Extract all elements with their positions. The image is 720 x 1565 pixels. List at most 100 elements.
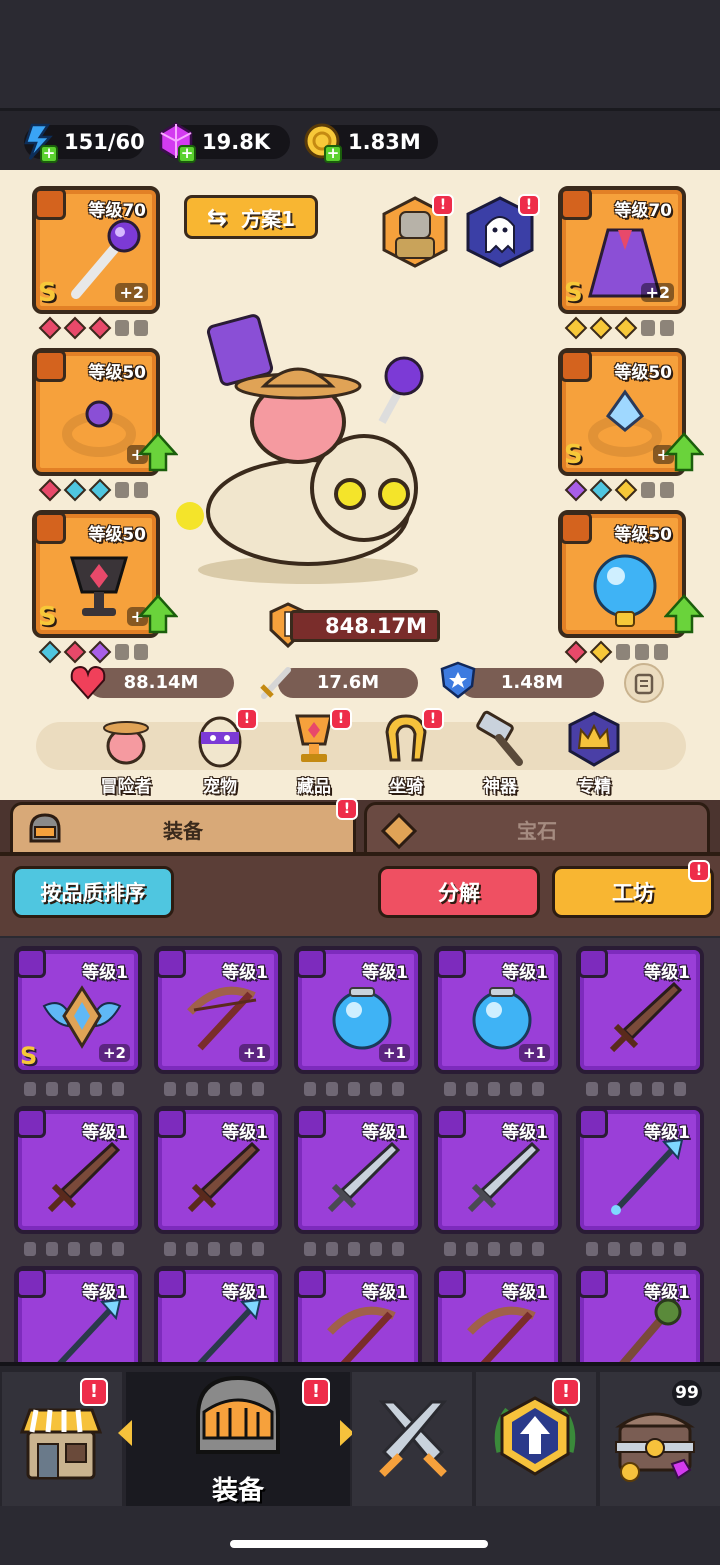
helmet-icon	[29, 813, 61, 843]
cat-adventurer[interactable]: 冒险者	[86, 710, 166, 797]
ring-left-gem-sockets	[38, 478, 148, 502]
sword-type-icon	[16, 1268, 46, 1298]
add-gem-icon[interactable]: +	[178, 145, 196, 163]
collection-category-badge: !	[330, 708, 352, 730]
item-plus: +1	[518, 1044, 550, 1062]
armor-plus: +2	[641, 283, 674, 302]
stats-detail-button[interactable]	[624, 663, 664, 703]
equipment-tab-badge: !	[336, 798, 358, 820]
sword-type-icon	[296, 1108, 326, 1138]
inventory-item[interactable]: 等级1	[14, 1106, 142, 1234]
item-lock-row	[444, 1082, 544, 1098]
nav-treasure-chest[interactable]	[600, 1372, 720, 1506]
knight-alert-badge: !	[432, 194, 454, 216]
inventory-item[interactable]: 等级1 S +2	[14, 946, 142, 1074]
bottom-navigation: ! 装备 ! ! 99	[0, 1362, 720, 1506]
nav-battle[interactable]	[352, 1372, 472, 1506]
plan-button[interactable]: ⇆ 方案1	[184, 195, 318, 239]
nav-equipment-label: 装备	[211, 1476, 264, 1506]
sword-type-icon	[156, 1108, 186, 1138]
ice-spear-icon	[611, 1138, 684, 1215]
gem-tab-icon	[381, 813, 417, 849]
inventory-item[interactable]: 等级1 +1	[154, 946, 282, 1074]
armor-gem-sockets	[564, 316, 674, 340]
weapon-slot[interactable]: 等级70 S +2	[32, 186, 160, 314]
wooden-sword-icon	[187, 1141, 261, 1213]
add-energy-icon[interactable]: +	[40, 145, 58, 163]
equipment-nav-badge: !	[302, 1378, 330, 1406]
amulet-type-icon	[16, 948, 46, 978]
inventory-item[interactable]: 等级1 +1	[294, 946, 422, 1074]
crossbow-icon	[327, 1306, 396, 1362]
iron-sword-icon	[327, 1141, 401, 1213]
home-indicator[interactable]	[230, 1540, 488, 1548]
sword-type-icon	[578, 1268, 608, 1298]
sword-type-icon	[16, 1108, 46, 1138]
sword-type-icon	[578, 1108, 608, 1138]
salvage-button[interactable]: 分解	[378, 866, 540, 918]
chest-count: 99	[672, 1380, 702, 1406]
sword-type-icon	[578, 948, 608, 978]
iron-sword-icon	[467, 1141, 541, 1213]
tab-gems-label: 宝石	[517, 819, 557, 843]
chevron-left-icon	[118, 1420, 132, 1446]
ice-spear-icon	[197, 1298, 262, 1362]
inventory-item[interactable]: 等级1	[154, 1266, 282, 1362]
item-lock-row	[164, 1242, 264, 1258]
inventory-item[interactable]: 等级1	[294, 1266, 422, 1362]
crossbow-icon	[467, 1306, 536, 1362]
wooden-sword-icon	[609, 981, 683, 1053]
inventory-tabs: 装备 宝石	[0, 800, 720, 854]
sword-type-icon	[436, 1268, 466, 1298]
item-rank: S	[20, 1042, 38, 1070]
gem-value: 19.8K	[202, 130, 271, 154]
treasure-chest-icon	[615, 1412, 695, 1482]
armor-slot[interactable]: 等级70 S +2	[558, 186, 686, 314]
pet-category-badge: !	[236, 708, 258, 730]
tab-gems[interactable]: 宝石	[364, 802, 710, 854]
inventory-item[interactable]: 等级1	[14, 1266, 142, 1362]
sword-type-icon	[156, 948, 186, 978]
adventurer-icon	[103, 721, 149, 765]
hammer-icon	[476, 710, 523, 766]
sort-by-quality-button[interactable]: 按品质排序	[12, 866, 174, 918]
gold-counter[interactable]: + 1.83M	[304, 123, 438, 163]
trophy-rank: S	[38, 602, 57, 632]
crown-icon	[568, 711, 620, 767]
resource-bar: + 151/60 + 19.8K + 1.83M	[0, 108, 720, 170]
workshop-badge: !	[688, 860, 710, 882]
amulet-type-icon	[436, 948, 466, 978]
cat-artifact[interactable]: 神器	[460, 710, 540, 797]
wooden-staff-icon	[619, 1298, 682, 1362]
hp-stat: 88.14M	[88, 668, 234, 698]
helmet-icon	[196, 1375, 280, 1454]
combat-power-value: 848.17M	[290, 610, 440, 642]
mount-category-badge: !	[422, 708, 444, 730]
gem-counter[interactable]: + 19.8K	[159, 122, 290, 163]
orb-gem-sockets	[564, 640, 668, 664]
sword-type-icon	[436, 1108, 466, 1138]
item-plus: +1	[238, 1044, 270, 1062]
shop-alert-badge: !	[80, 1378, 108, 1406]
inventory-item[interactable]: 等级1	[434, 1266, 562, 1362]
armor-rank: S	[564, 278, 583, 308]
item-lock-row	[586, 1242, 686, 1258]
inventory-item[interactable]: 等级1	[154, 1106, 282, 1234]
shield-icon	[440, 661, 476, 699]
inventory-item[interactable]: 等级1	[576, 1266, 704, 1362]
add-gold-icon[interactable]: +	[324, 145, 342, 163]
inventory-item[interactable]: 等级1	[434, 1106, 562, 1234]
inventory-item[interactable]: 等级1	[294, 1106, 422, 1234]
upgrade-arrow-icon	[664, 594, 704, 634]
inventory-item[interactable]: 等级1	[576, 1106, 704, 1234]
inventory-item[interactable]: 等级1 +1	[434, 946, 562, 1074]
cat-mastery[interactable]: 专精	[554, 710, 634, 797]
inventory-grid: 等级1 S +2 等级1 +1 等级1 +1 等级1 +1 等级1 等级1 等级…	[0, 938, 720, 1362]
tab-equipment[interactable]: 装备	[10, 802, 356, 854]
inventory-item[interactable]: 等级1	[576, 946, 704, 1074]
heart-icon	[70, 665, 106, 700]
swap-icon: ⇆	[206, 203, 228, 231]
energy-counter[interactable]: + 151/60	[24, 123, 145, 163]
item-lock-row	[586, 1082, 686, 1098]
plan-label: 方案1	[241, 206, 296, 231]
